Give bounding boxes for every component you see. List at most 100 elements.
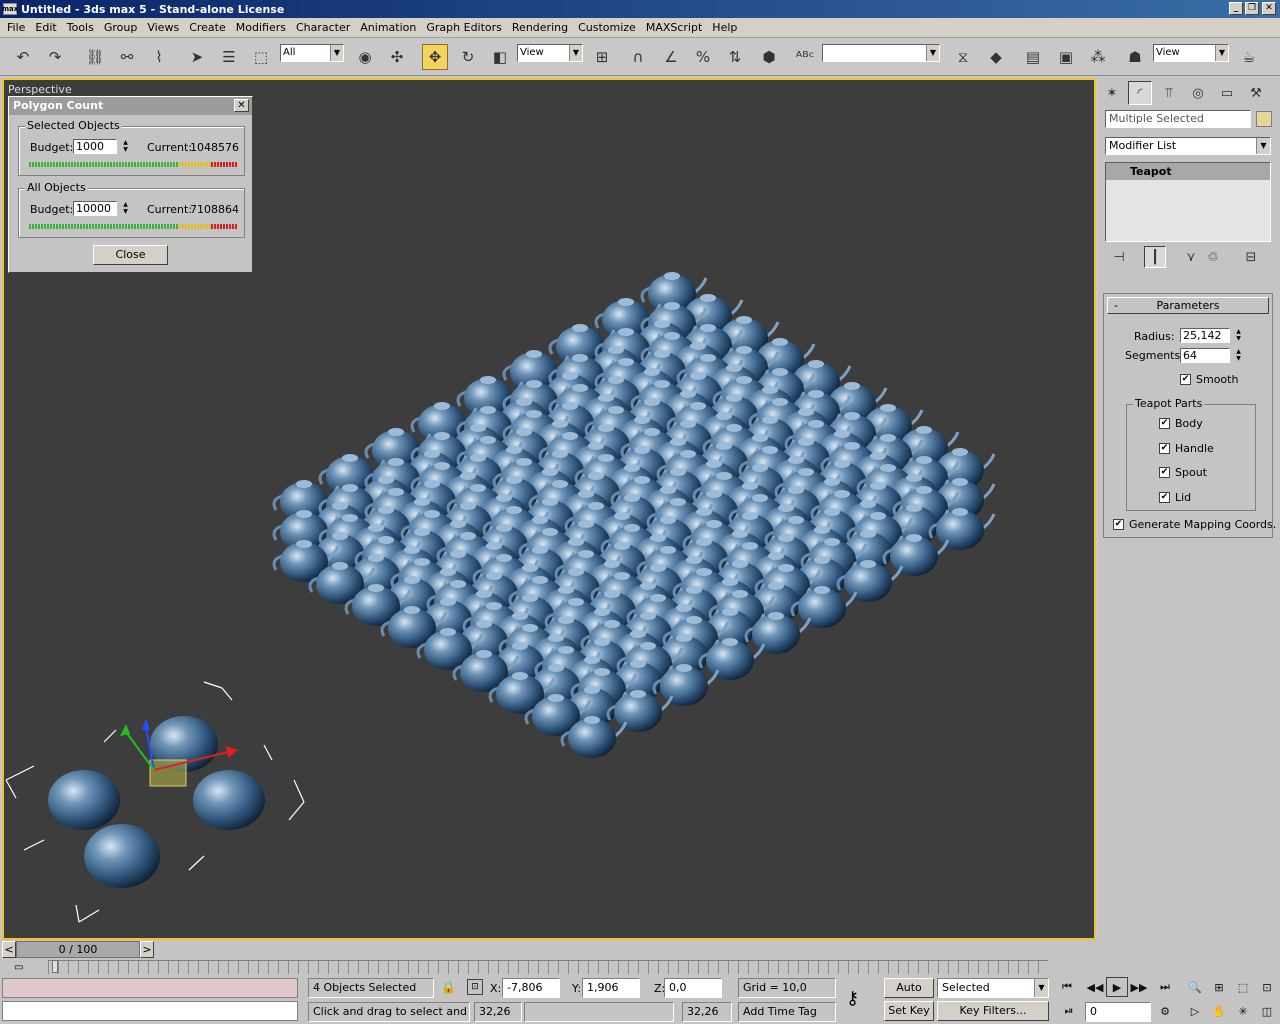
snap-toggle-icon[interactable]: ∩ bbox=[625, 44, 651, 70]
align-icon[interactable]: ◆ bbox=[983, 44, 1009, 70]
track-bar[interactable] bbox=[48, 960, 1048, 974]
quick-render-icon[interactable]: ☕ bbox=[1236, 44, 1262, 70]
selection-filter-dropdown[interactable]: All ▼ bbox=[280, 44, 344, 62]
x-coordinate-input[interactable]: -7,806 bbox=[502, 978, 560, 998]
auto-key-button[interactable]: Auto Key bbox=[884, 978, 934, 1012]
select-link-icon[interactable]: ⛓ bbox=[82, 44, 108, 70]
redo-icon[interactable]: ↷ bbox=[42, 44, 68, 70]
smooth-checkbox[interactable]: ✔ bbox=[1180, 374, 1191, 385]
menu-rendering[interactable]: Rendering bbox=[507, 21, 573, 34]
pivot-center-icon[interactable]: ⊞ bbox=[589, 44, 615, 70]
menu-group[interactable]: Group bbox=[99, 21, 143, 34]
named-selection-dropdown[interactable]: ▼ bbox=[822, 44, 940, 62]
show-end-result-icon[interactable]: ┃ bbox=[1144, 246, 1166, 268]
maximize-viewport-icon[interactable]: ◫ bbox=[1256, 1001, 1278, 1021]
key-mode-toggle-icon[interactable]: ⏯ bbox=[1058, 1001, 1080, 1021]
z-coordinate-input[interactable]: 0,0 bbox=[664, 978, 722, 998]
select-by-name-icon[interactable]: ☰ bbox=[216, 44, 242, 70]
menu-modifiers[interactable]: Modifiers bbox=[231, 21, 291, 34]
pin-stack-icon[interactable]: ⊣ bbox=[1108, 246, 1130, 268]
menu-help[interactable]: Help bbox=[707, 21, 742, 34]
undo-icon[interactable]: ↶ bbox=[10, 44, 36, 70]
material-editor-icon[interactable]: ⁂ bbox=[1085, 44, 1111, 70]
generate-mapping-checkbox[interactable]: ✔ bbox=[1113, 519, 1124, 530]
rollout-toggle[interactable]: - bbox=[1114, 298, 1118, 313]
minimize-button[interactable]: _ bbox=[1229, 2, 1243, 15]
menu-maxscript[interactable]: MAXScript bbox=[641, 21, 707, 34]
spell-check-icon[interactable]: ᴬᴮᶜ bbox=[792, 44, 818, 70]
arc-rotate-icon[interactable]: ✳ bbox=[1232, 1001, 1254, 1021]
y-coordinate-input[interactable]: 1,906 bbox=[582, 978, 640, 998]
zoom-icon[interactable]: 🔍 bbox=[1184, 977, 1206, 997]
spinner-snap-icon[interactable]: ⇅ bbox=[722, 44, 748, 70]
named-selection-edit-icon[interactable]: ⬢ bbox=[756, 44, 782, 70]
menu-tools[interactable]: Tools bbox=[62, 21, 99, 34]
render-scene-icon[interactable]: ☗ bbox=[1122, 44, 1148, 70]
window-crossing-icon[interactable]: ◉ bbox=[352, 44, 378, 70]
zoom-extents-all-icon[interactable]: ⊡ bbox=[1256, 977, 1278, 997]
schematic-view-icon[interactable]: ▣ bbox=[1053, 44, 1079, 70]
lid-checkbox[interactable]: ✔ bbox=[1159, 492, 1170, 503]
menu-views[interactable]: Views bbox=[142, 21, 184, 34]
radius-input[interactable]: 25,142 bbox=[1180, 328, 1230, 343]
pan-icon[interactable]: ✋ bbox=[1208, 1001, 1230, 1021]
app-icon[interactable]: max bbox=[2, 3, 18, 15]
hierarchy-tab-icon[interactable]: ⫪ bbox=[1157, 81, 1181, 105]
absolute-mode-icon[interactable]: ⊡ bbox=[467, 979, 483, 995]
menu-customize[interactable]: Customize bbox=[573, 21, 641, 34]
configure-sets-icon[interactable]: ⊟ bbox=[1240, 246, 1262, 268]
angle-snap-icon[interactable]: ∠ bbox=[658, 44, 684, 70]
field-of-view-icon[interactable]: ▷ bbox=[1184, 1001, 1206, 1021]
all-budget-spinner[interactable]: ▲ ▼ bbox=[121, 201, 130, 216]
select-rotate-icon[interactable]: ↻ bbox=[455, 44, 481, 70]
handle-checkbox[interactable]: ✔ bbox=[1159, 443, 1170, 454]
current-frame-input[interactable]: 0 bbox=[1085, 1002, 1151, 1022]
track-view-icon[interactable]: ▤ bbox=[1020, 44, 1046, 70]
segments-input[interactable]: 64 bbox=[1180, 348, 1230, 363]
make-unique-icon[interactable]: ⋎ bbox=[1180, 246, 1202, 268]
menu-edit[interactable]: Edit bbox=[30, 21, 61, 34]
select-move-icon[interactable]: ✥ bbox=[422, 44, 448, 70]
motion-tab-icon[interactable]: ◎ bbox=[1186, 81, 1210, 105]
object-name-field[interactable]: Multiple Selected bbox=[1105, 110, 1251, 128]
create-tab-icon[interactable]: ✶ bbox=[1100, 81, 1124, 105]
all-budget-input[interactable]: 10000 bbox=[73, 201, 117, 216]
select-object-icon[interactable]: ➤ bbox=[184, 44, 210, 70]
zoom-all-icon[interactable]: ⊞ bbox=[1208, 977, 1230, 997]
maxscript-listener-mini[interactable] bbox=[2, 978, 298, 998]
unlink-icon[interactable]: ⚯ bbox=[114, 44, 140, 70]
reference-coord-dropdown[interactable]: View ▼ bbox=[517, 44, 583, 62]
mirror-icon[interactable]: ⧖ bbox=[950, 44, 976, 70]
menu-animation[interactable]: Animation bbox=[355, 21, 421, 34]
selected-budget-input[interactable]: 1000 bbox=[73, 139, 117, 154]
select-move-pivot-icon[interactable]: ✣ bbox=[384, 44, 410, 70]
render-view-dropdown[interactable]: View ▼ bbox=[1153, 44, 1229, 62]
remove-modifier-icon[interactable]: ♲ bbox=[1202, 246, 1224, 268]
display-tab-icon[interactable]: ▭ bbox=[1215, 81, 1239, 105]
close-window-button[interactable]: ✕ bbox=[1262, 2, 1276, 15]
maxscript-input-mini[interactable] bbox=[2, 1001, 298, 1021]
previous-frame-icon[interactable]: ◀◀ bbox=[1084, 977, 1106, 997]
zoom-extents-icon[interactable]: ⬚ bbox=[1232, 977, 1254, 997]
spout-checkbox[interactable]: ✔ bbox=[1159, 467, 1170, 478]
percent-snap-icon[interactable]: % bbox=[690, 44, 716, 70]
maximize-button[interactable]: ❐ bbox=[1245, 2, 1259, 15]
region-select-icon[interactable]: ⬚ bbox=[248, 44, 274, 70]
utilities-tab-icon[interactable]: ⚒ bbox=[1244, 81, 1268, 105]
modify-tab-icon[interactable]: ◜ bbox=[1128, 81, 1152, 105]
add-time-tag[interactable]: Add Time Tag bbox=[738, 1002, 836, 1022]
modifier-list-dropdown[interactable]: Modifier List ▼ bbox=[1105, 137, 1271, 155]
play-icon[interactable]: ▶ bbox=[1106, 977, 1128, 997]
parameters-rollout-header[interactable]: - Parameters bbox=[1107, 297, 1269, 314]
stack-item-teapot[interactable]: Teapot bbox=[1106, 163, 1270, 180]
time-slider-prev-button[interactable]: < bbox=[2, 941, 16, 958]
key-icon[interactable]: ⚷ bbox=[846, 988, 859, 1009]
polygon-count-titlebar[interactable]: Polygon Count ✕ bbox=[9, 97, 252, 115]
segments-spinner[interactable]: ▲ ▼ bbox=[1234, 348, 1243, 363]
time-slider-next-button[interactable]: > bbox=[140, 941, 154, 958]
radius-spinner[interactable]: ▲ ▼ bbox=[1234, 328, 1243, 343]
menu-graph-editors[interactable]: Graph Editors bbox=[421, 21, 507, 34]
close-button[interactable]: Close bbox=[93, 245, 168, 265]
go-to-start-icon[interactable]: ⏮ bbox=[1056, 977, 1078, 997]
time-configuration-icon[interactable]: ⚙ bbox=[1154, 1001, 1176, 1021]
